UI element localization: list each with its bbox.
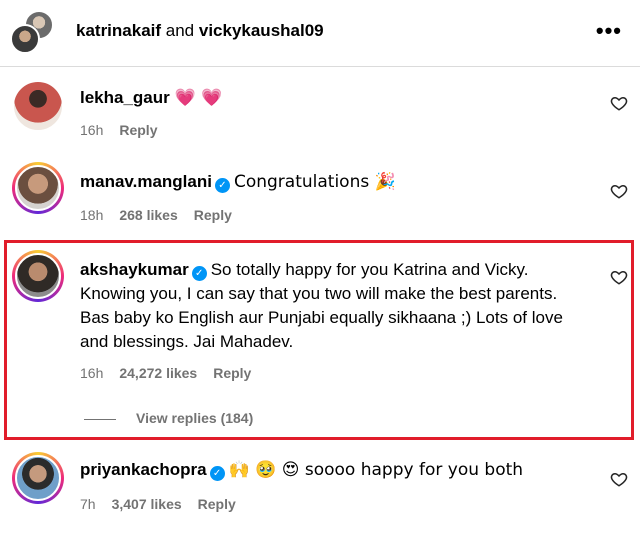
likes-count[interactable]: 268 likes [119, 207, 177, 223]
avatar[interactable] [12, 162, 64, 214]
comment-text: 🙌 🥹 😍 soooo happy for you both [228, 460, 524, 480]
comment-meta: 16h 24,272 likes Reply [80, 364, 267, 382]
comment-username[interactable]: priyankachopra [80, 460, 207, 479]
post-authors: katrinakaif and vickykaushal09 [76, 20, 324, 42]
like-heart-icon[interactable] [610, 268, 628, 286]
author-username[interactable]: katrinakaif [76, 21, 161, 40]
divider [0, 66, 640, 67]
comment-body: akshaykumar ✓ So totally happy for you Kat… [80, 258, 590, 354]
divider [84, 418, 116, 420]
avatar [10, 24, 40, 54]
reply-button[interactable]: Reply [198, 496, 236, 512]
author-username[interactable]: vickykaushal09 [199, 21, 324, 40]
view-replies-label: View replies (184) [136, 410, 254, 426]
reply-button[interactable]: Reply [213, 365, 251, 381]
comment-username[interactable]: lekha_gaur [80, 88, 170, 107]
and-text: and [161, 21, 199, 40]
comment-text: Congratulations 🎉 [233, 172, 396, 192]
like-heart-icon[interactable] [610, 94, 628, 112]
comment-time: 7h [80, 496, 96, 512]
reply-button[interactable]: Reply [194, 207, 232, 223]
verified-badge-icon: ✓ [209, 466, 225, 481]
comment-meta: 7h 3,407 likes Reply [80, 495, 252, 513]
comment-body: priyankachopra ✓ 🙌 🥹 😍 soooo happy for you… [80, 458, 600, 482]
like-heart-icon[interactable] [610, 470, 628, 488]
comment-meta: 16h Reply [80, 121, 173, 139]
comment-time: 18h [80, 207, 104, 223]
comment-time: 16h [80, 365, 104, 381]
likes-count[interactable]: 24,272 likes [119, 365, 197, 381]
like-heart-icon[interactable] [610, 182, 628, 200]
comment-username[interactable]: akshaykumar [80, 260, 189, 279]
reply-button[interactable]: Reply [119, 122, 157, 138]
comments-header: katrinakaif and vickykaushal09 ••• [0, 0, 640, 64]
comment-text: 💗 💗 [174, 88, 223, 108]
avatar[interactable] [12, 250, 64, 302]
likes-count[interactable]: 3,407 likes [112, 496, 182, 512]
comment-body: lekha_gaur 💗 💗 [80, 86, 600, 110]
avatar[interactable] [12, 452, 64, 504]
post-authors-avatars[interactable] [10, 10, 56, 54]
comment-username[interactable]: manav.manglani [80, 172, 212, 191]
verified-badge-icon: ✓ [191, 266, 207, 281]
view-replies-button[interactable]: View replies (184) [84, 410, 253, 426]
verified-badge-icon: ✓ [214, 178, 230, 193]
comment-body: manav.manglani ✓ Congratulations 🎉 [80, 170, 600, 194]
more-options-icon[interactable]: ••• [596, 20, 622, 42]
comment-time: 16h [80, 122, 104, 138]
avatar[interactable] [12, 80, 64, 132]
comment-meta: 18h 268 likes Reply [80, 206, 248, 224]
